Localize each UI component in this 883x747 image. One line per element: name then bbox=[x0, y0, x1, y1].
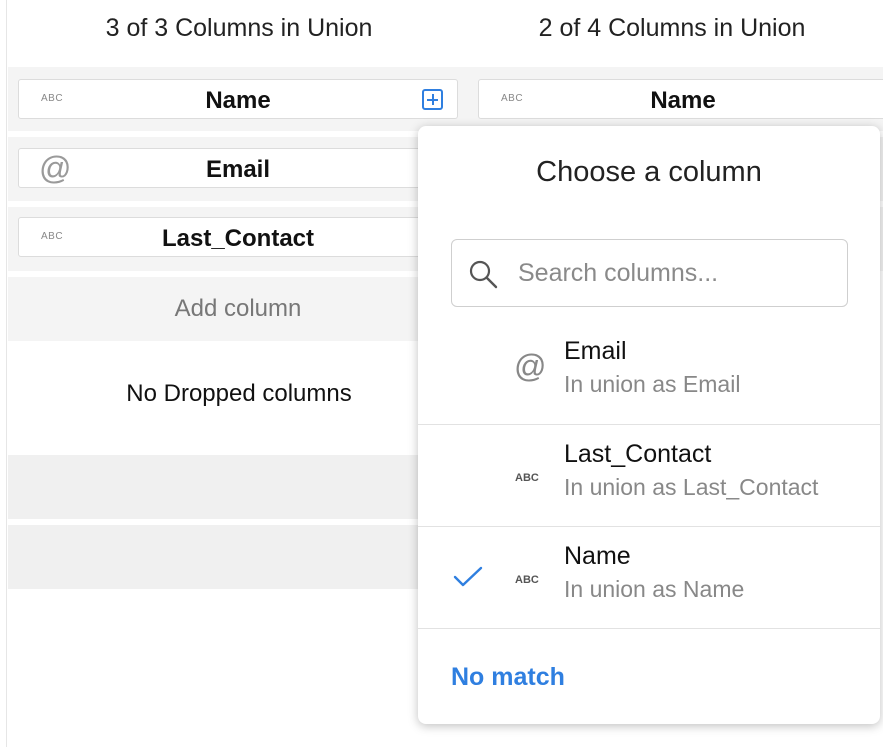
left-column-chip-last-contact[interactable]: ABC Last_Contact bbox=[18, 217, 458, 257]
search-columns-input[interactable]: Search columns... bbox=[451, 239, 848, 307]
search-icon bbox=[469, 260, 498, 289]
option-name: Last_Contact bbox=[564, 440, 712, 468]
option-name: Email bbox=[564, 337, 627, 365]
column-name-label: Last_Contact bbox=[161, 225, 315, 252]
right-column-header: 2 of 4 Columns in Union bbox=[538, 14, 806, 42]
left-column-header: 3 of 3 Columns in Union bbox=[105, 14, 373, 42]
no-dropped-columns-label: No Dropped columns bbox=[126, 380, 352, 407]
search-placeholder: Search columns... bbox=[518, 259, 719, 287]
option-subtitle: In union as Last_Contact bbox=[564, 474, 819, 500]
text-type-icon: ABC bbox=[515, 472, 539, 484]
text-type-icon: ABC bbox=[515, 574, 539, 586]
column-option-email[interactable]: @ Email In union as Email bbox=[418, 322, 880, 424]
left-column-chip-name[interactable]: ABC Name bbox=[18, 79, 458, 119]
no-match-link[interactable]: No match bbox=[451, 663, 565, 692]
add-column-button[interactable]: Add column bbox=[8, 277, 468, 341]
no-match-row: No match bbox=[418, 628, 880, 724]
option-name: Name bbox=[564, 542, 631, 570]
option-subtitle: In union as Email bbox=[564, 371, 741, 397]
column-name-label: Name bbox=[205, 87, 271, 114]
popover-title: Choose a column bbox=[536, 156, 762, 188]
empty-row bbox=[8, 455, 468, 519]
empty-row bbox=[8, 525, 468, 589]
option-subtitle: In union as Name bbox=[564, 576, 745, 602]
column-name-label: Name bbox=[650, 87, 716, 114]
column-option-name[interactable]: ABC Name In union as Name bbox=[418, 526, 880, 628]
column-option-last-contact[interactable]: ABC Last_Contact In union as Last_Contac… bbox=[418, 424, 880, 526]
column-name-label: Email bbox=[205, 156, 271, 183]
left-border bbox=[6, 0, 7, 747]
left-column-chip-email[interactable]: @ Email bbox=[18, 148, 458, 188]
right-column-chip-name[interactable]: ABC Name bbox=[478, 79, 883, 119]
check-icon bbox=[453, 566, 483, 587]
choose-column-popover: Choose a column Search columns... @ Emai… bbox=[418, 126, 880, 724]
email-type-icon: @ bbox=[514, 348, 547, 384]
add-match-button[interactable] bbox=[422, 89, 443, 110]
